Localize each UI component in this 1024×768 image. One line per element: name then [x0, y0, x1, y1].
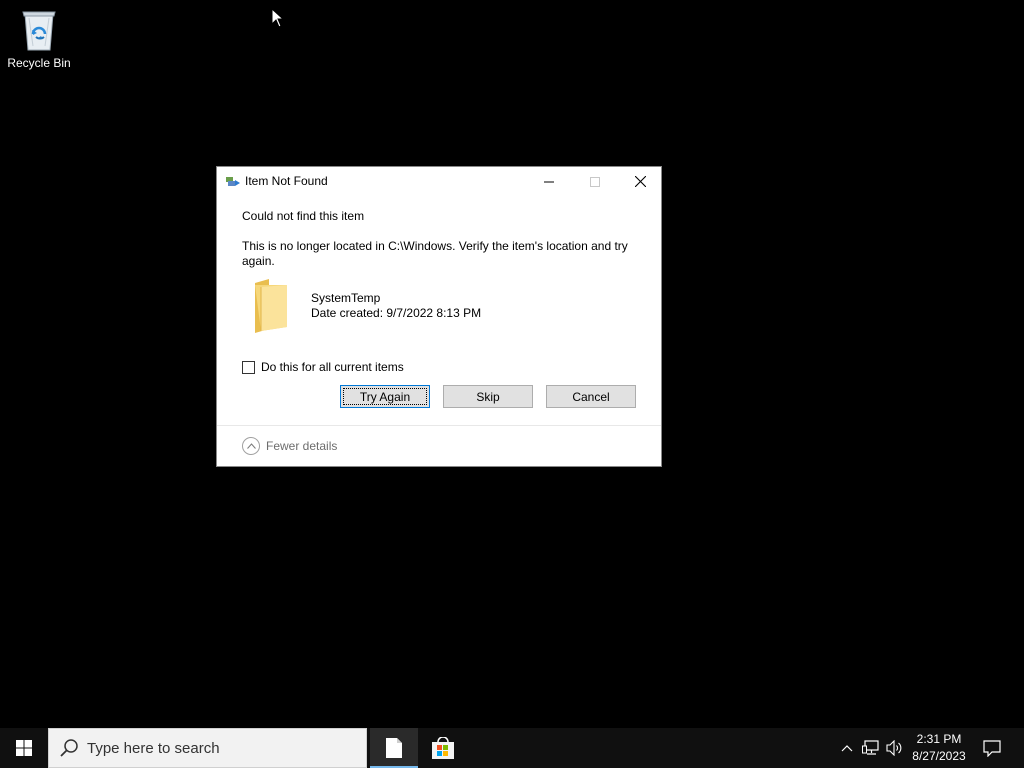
network-icon	[862, 740, 879, 755]
desktop: Recycle Bin Item Not Found Could not fin…	[0, 0, 1024, 728]
try-again-button[interactable]: Try Again	[340, 385, 430, 408]
item-not-found-dialog: Item Not Found Could not find this item …	[216, 166, 662, 467]
apply-to-all-checkbox[interactable]	[242, 360, 255, 374]
minimize-button[interactable]	[526, 167, 572, 196]
dialog-message: This is no longer located in C:\Windows.…	[242, 239, 628, 268]
desktop-icon-recycle-bin[interactable]: Recycle Bin	[4, 6, 74, 76]
chevron-up-icon	[242, 437, 260, 455]
close-button[interactable]	[617, 167, 663, 196]
taskbar-search-box[interactable]: Type here to search	[48, 728, 367, 768]
start-button[interactable]	[0, 728, 48, 768]
dialog-titlebar[interactable]: Item Not Found	[217, 167, 661, 196]
document-icon	[386, 738, 402, 758]
taskbar-app-notepad[interactable]	[370, 728, 418, 768]
folder-icon	[255, 279, 287, 333]
skip-label: Skip	[476, 389, 500, 404]
item-date-created: Date created: 9/7/2022 8:13 PM	[311, 306, 482, 320]
taskbar-app-store[interactable]	[419, 728, 467, 768]
recycle-bin-icon	[22, 11, 56, 51]
show-hidden-icons-button[interactable]	[838, 728, 856, 768]
item-name: SystemTemp	[311, 291, 381, 305]
details-separator	[217, 425, 661, 426]
desktop-icon-label: Recycle Bin	[7, 56, 71, 70]
taskbar-clock[interactable]: 2:31 PM 8/27/2023	[908, 731, 970, 765]
dialog-heading: Could not find this item	[242, 209, 365, 223]
clock-date: 8/27/2023	[912, 749, 966, 763]
cancel-label: Cancel	[572, 389, 610, 404]
mouse-cursor-icon	[271, 8, 285, 28]
file-move-icon	[226, 177, 240, 186]
apply-to-all-row[interactable]: Do this for all current items	[242, 360, 404, 374]
minimize-icon	[544, 181, 554, 182]
skip-button[interactable]: Skip	[443, 385, 533, 408]
windows-logo-icon	[16, 740, 32, 756]
chevron-up-icon	[841, 745, 853, 752]
fewer-details-toggle[interactable]: Fewer details	[242, 437, 337, 455]
apply-to-all-label[interactable]: Do this for all current items	[261, 360, 404, 374]
volume-button[interactable]	[884, 728, 906, 768]
dialog-title: Item Not Found	[245, 174, 328, 188]
clock-time: 2:31 PM	[916, 732, 962, 746]
fewer-details-label: Fewer details	[266, 439, 338, 453]
search-placeholder: Type here to search	[87, 739, 220, 757]
notification-icon	[983, 739, 1001, 757]
search-icon	[59, 738, 79, 758]
maximize-icon	[590, 176, 600, 187]
store-icon	[432, 737, 454, 759]
volume-icon	[886, 740, 902, 756]
cancel-button[interactable]: Cancel	[546, 385, 636, 408]
network-button[interactable]	[860, 728, 882, 768]
close-icon	[634, 176, 646, 187]
focus-ring	[343, 388, 427, 405]
action-center-button[interactable]	[978, 728, 1006, 768]
maximize-button[interactable]	[572, 167, 618, 196]
taskbar: Type here to search 2:31 PM 8/27/2023	[0, 728, 1024, 768]
